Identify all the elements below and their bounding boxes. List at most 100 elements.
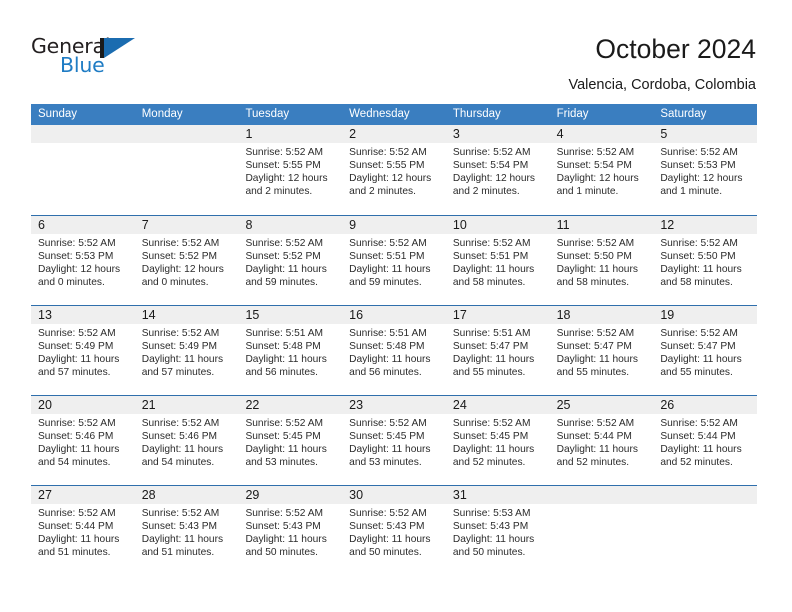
day-info-line: and 52 minutes.	[660, 457, 733, 469]
day-info-line: and 58 minutes.	[452, 277, 526, 289]
day-number: 28	[141, 488, 156, 502]
day-sun-info: Sunrise: 5:52 AM Sunset: 5:55 PM Daylight:…	[238, 143, 342, 198]
day-info-line: Sunset: 5:47 PM	[452, 341, 529, 353]
day-number: 14	[141, 308, 156, 322]
day-info-line: Sunrise: 5:52 AM	[452, 147, 531, 158]
day-number: 29	[245, 488, 260, 502]
day-info-line: Daylight: 12 hours	[38, 264, 121, 276]
day-info-line: Sunset: 5:53 PM	[38, 251, 114, 263]
day-info-line: and 52 minutes.	[452, 457, 526, 469]
calendar-week-row: 1 Sunrise: 5:52 AM Sunset: 5:55 PM Daylight…	[31, 125, 758, 215]
day-info-line: Daylight: 11 hours	[245, 264, 327, 276]
day-cell[interactable]: 21 Sunrise: 5:52 AM Sunset: 5:46 PM Dayligh…	[134, 396, 239, 485]
day-info-line: Sunset: 5:52 PM	[245, 251, 321, 263]
day-info-line: Daylight: 11 hours	[245, 354, 327, 366]
day-number-band: 5	[653, 125, 758, 143]
day-number-band	[549, 486, 654, 504]
day-cell[interactable]: 10 Sunrise: 5:52 AM Sunset: 5:51 PM Dayligh…	[445, 216, 550, 305]
day-number: 13	[38, 308, 52, 322]
day-info-line: Sunset: 5:55 PM	[349, 160, 425, 172]
day-info-line: Sunrise: 5:51 AM	[349, 328, 427, 339]
day-cell[interactable]: 12 Sunrise: 5:52 AM Sunset: 5:50 PM Dayligh…	[653, 216, 758, 305]
day-cell[interactable]: 17 Sunrise: 5:51 AM Sunset: 5:47 PM Dayligh…	[445, 306, 550, 395]
day-number-band: 27	[31, 486, 135, 504]
day-number-band: 6	[31, 216, 135, 234]
day-cell-empty	[549, 486, 654, 575]
day-cell[interactable]: 22 Sunrise: 5:52 AM Sunset: 5:45 PM Dayligh…	[238, 396, 343, 485]
day-info-line: Sunrise: 5:52 AM	[349, 418, 427, 429]
day-cell-empty	[31, 125, 135, 215]
day-cell[interactable]: 11 Sunrise: 5:52 AM Sunset: 5:50 PM Dayligh…	[549, 216, 654, 305]
day-cell[interactable]: 19 Sunrise: 5:52 AM Sunset: 5:47 PM Dayligh…	[653, 306, 758, 395]
day-info-line: Sunset: 5:45 PM	[452, 431, 529, 443]
day-info-line: and 55 minutes.	[660, 367, 733, 379]
day-info-line: Daylight: 11 hours	[141, 534, 224, 546]
day-cell[interactable]: 28 Sunrise: 5:52 AM Sunset: 5:43 PM Dayligh…	[134, 486, 239, 575]
day-info-line: Sunrise: 5:52 AM	[141, 238, 220, 249]
day-cell[interactable]: 31 Sunrise: 5:53 AM Sunset: 5:43 PM Dayligh…	[445, 486, 550, 575]
weekday-header-row: Sunday Monday Tuesday Wednesday Thursday Frid…	[31, 104, 757, 125]
day-cell[interactable]: 6 Sunrise: 5:52 AM Sunset: 5:53 PM Daylight…	[31, 216, 135, 305]
day-cell[interactable]: 24 Sunrise: 5:52 AM Sunset: 5:45 PM Dayligh…	[445, 396, 550, 485]
day-cell[interactable]: 23 Sunrise: 5:52 AM Sunset: 5:45 PM Dayligh…	[342, 396, 446, 485]
day-info-line: Daylight: 11 hours	[556, 354, 638, 366]
day-info-line: Daylight: 11 hours	[452, 354, 535, 366]
day-info-line: and 52 minutes.	[556, 457, 630, 469]
day-info-line: and 51 minutes.	[141, 547, 215, 559]
day-cell[interactable]: 18 Sunrise: 5:52 AM Sunset: 5:47 PM Dayligh…	[549, 306, 654, 395]
day-cell[interactable]: 15 Sunrise: 5:51 AM Sunset: 5:48 PM Dayligh…	[238, 306, 343, 395]
day-cell[interactable]: 29 Sunrise: 5:52 AM Sunset: 5:43 PM Dayligh…	[238, 486, 343, 575]
general-blue-logo: General Blue	[31, 36, 151, 84]
day-number: 2	[349, 127, 357, 141]
day-cell[interactable]: 2 Sunrise: 5:52 AM Sunset: 5:55 PM Daylight…	[342, 125, 446, 215]
day-info-line: Sunrise: 5:52 AM	[452, 238, 531, 249]
day-info-line: Sunrise: 5:51 AM	[245, 328, 324, 339]
day-cell[interactable]: 26 Sunrise: 5:52 AM Sunset: 5:44 PM Dayligh…	[653, 396, 758, 485]
day-cell[interactable]: 13 Sunrise: 5:52 AM Sunset: 5:49 PM Dayligh…	[31, 306, 135, 395]
day-number: 4	[556, 127, 564, 141]
day-cell[interactable]: 30 Sunrise: 5:52 AM Sunset: 5:43 PM Dayligh…	[342, 486, 446, 575]
day-info-line: Daylight: 12 hours	[452, 173, 535, 185]
day-info-line: Daylight: 11 hours	[556, 264, 638, 276]
day-number-band: 1	[238, 125, 343, 143]
weekday-header-sunday: Sunday	[38, 108, 78, 120]
day-sun-info: Sunrise: 5:52 AM Sunset: 5:53 PM Daylight:…	[31, 234, 135, 289]
day-cell[interactable]: 7 Sunrise: 5:52 AM Sunset: 5:52 PM Daylight…	[134, 216, 239, 305]
day-cell-empty	[134, 125, 239, 215]
day-info-line: Sunset: 5:48 PM	[349, 341, 425, 353]
day-info-line: Sunrise: 5:52 AM	[556, 238, 635, 249]
day-info-line: Daylight: 11 hours	[141, 444, 224, 456]
day-info-line: and 59 minutes.	[349, 277, 422, 289]
day-cell[interactable]: 27 Sunrise: 5:52 AM Sunset: 5:44 PM Dayligh…	[31, 486, 135, 575]
day-info-line: Daylight: 12 hours	[556, 173, 639, 185]
day-info-line: Daylight: 11 hours	[452, 444, 535, 456]
day-info-line: Daylight: 11 hours	[349, 264, 431, 276]
day-number: 26	[660, 398, 675, 412]
day-info-line: and 54 minutes.	[38, 457, 111, 469]
day-cell[interactable]: 4 Sunrise: 5:52 AM Sunset: 5:54 PM Daylight…	[549, 125, 654, 215]
day-info-line: Daylight: 11 hours	[38, 444, 120, 456]
day-number-band: 8	[238, 216, 343, 234]
day-cell[interactable]: 8 Sunrise: 5:52 AM Sunset: 5:52 PM Daylight…	[238, 216, 343, 305]
day-number: 30	[349, 488, 364, 502]
day-sun-info: Sunrise: 5:53 AM Sunset: 5:43 PM Daylight:…	[446, 504, 550, 559]
day-cell[interactable]: 20 Sunrise: 5:52 AM Sunset: 5:46 PM Dayligh…	[31, 396, 135, 485]
day-number: 8	[245, 218, 253, 232]
day-sun-info: Sunrise: 5:52 AM Sunset: 5:47 PM Daylight:…	[550, 324, 654, 379]
day-cell[interactable]: 5 Sunrise: 5:52 AM Sunset: 5:53 PM Daylight…	[653, 125, 758, 215]
day-cell[interactable]: 3 Sunrise: 5:52 AM Sunset: 5:54 PM Daylight…	[445, 125, 550, 215]
day-cell[interactable]: 9 Sunrise: 5:52 AM Sunset: 5:51 PM Daylight…	[342, 216, 446, 305]
day-info-line: Daylight: 11 hours	[349, 444, 431, 456]
day-cell[interactable]: 16 Sunrise: 5:51 AM Sunset: 5:48 PM Dayligh…	[342, 306, 446, 395]
day-info-line: Daylight: 11 hours	[141, 354, 224, 366]
weekday-header-wednesday: Wednesday	[349, 108, 410, 120]
page-title: October 2024	[595, 34, 756, 64]
day-number-band: 25	[549, 396, 654, 414]
day-sun-info: Sunrise: 5:52 AM Sunset: 5:51 PM Daylight:…	[446, 234, 550, 289]
day-cell[interactable]: 14 Sunrise: 5:52 AM Sunset: 5:49 PM Dayligh…	[134, 306, 239, 395]
day-sun-info: Sunrise: 5:52 AM Sunset: 5:54 PM Daylight:…	[446, 143, 550, 198]
day-cell[interactable]: 25 Sunrise: 5:52 AM Sunset: 5:44 PM Dayligh…	[549, 396, 654, 485]
day-number-band: 21	[134, 396, 239, 414]
day-cell[interactable]: 1 Sunrise: 5:52 AM Sunset: 5:55 PM Daylight…	[238, 125, 343, 215]
day-info-line: Daylight: 12 hours	[141, 264, 224, 276]
